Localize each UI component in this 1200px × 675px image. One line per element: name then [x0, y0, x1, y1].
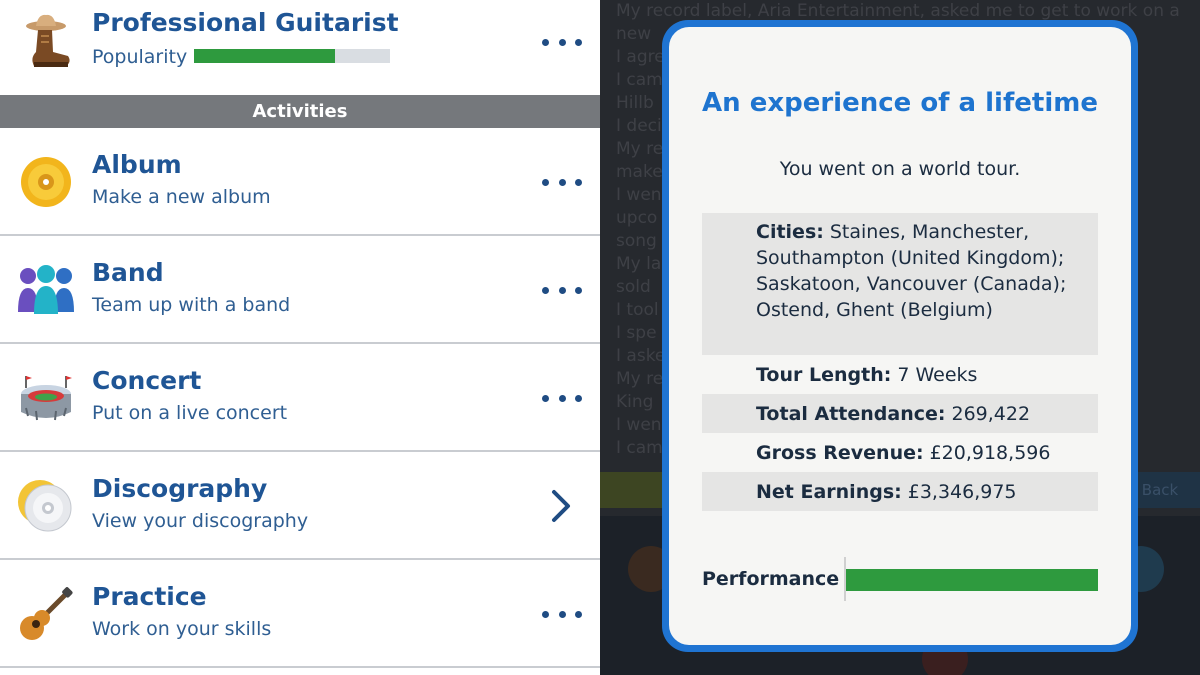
tour-result-modal: An experience of a lifetime You went on …: [662, 20, 1138, 652]
modal-card: An experience of a lifetime You went on …: [669, 27, 1131, 645]
activity-title: Concert: [92, 366, 202, 395]
stat-tour-length: Tour Length: 7 Weeks: [702, 355, 1098, 394]
modal-description: You went on a world tour.: [779, 158, 1021, 180]
practice-more-button[interactable]: [542, 606, 582, 622]
stat-label: Tour Length:: [756, 363, 892, 386]
activity-subtitle: Work on your skills: [92, 618, 272, 640]
guitar-icon: [16, 584, 76, 644]
popularity-bar: [194, 49, 390, 63]
stat-label: Net Earnings:: [756, 480, 902, 503]
cowboy-boot-icon: [16, 12, 76, 72]
stat-net-earnings: Net Earnings: £3,346,975: [702, 472, 1098, 511]
stat-label: Cities:: [756, 221, 824, 243]
cd-stack-icon: [16, 476, 76, 536]
stat-cities: Cities: Staines, Manchester, Southampton …: [702, 213, 1098, 355]
career-more-button[interactable]: [542, 34, 582, 50]
activity-subtitle: Make a new album: [92, 186, 271, 208]
career-title: Professional Guitarist: [92, 8, 399, 37]
activity-album[interactable]: Album Make a new album: [0, 128, 600, 236]
activity-title: Practice: [92, 582, 207, 611]
performance-label: Performance: [702, 568, 840, 590]
stat-value: 7 Weeks: [897, 363, 978, 386]
cd-icon: [16, 152, 76, 212]
tour-stats: Cities: Staines, Manchester, Southampton …: [702, 213, 1098, 511]
stat-label: Gross Revenue:: [756, 441, 924, 464]
activity-practice[interactable]: Practice Work on your skills: [0, 560, 600, 668]
activity-discography[interactable]: Discography View your discography: [0, 452, 600, 560]
stadium-icon: [16, 368, 76, 428]
activity-title: Album: [92, 150, 182, 179]
stat-value: £20,918,596: [929, 441, 1051, 464]
section-header: Activities: [0, 95, 600, 128]
album-more-button[interactable]: [542, 174, 582, 190]
performance-bar-fill: [846, 569, 1098, 591]
activity-title: Discography: [92, 474, 268, 503]
activity-concert[interactable]: Concert Put on a live concert: [0, 344, 600, 452]
modal-title: An experience of a lifetime: [702, 88, 1098, 118]
popularity-label: Popularity: [92, 46, 188, 68]
stat-value: £3,346,975: [907, 480, 1017, 503]
stat-attendance: Total Attendance: 269,422: [702, 394, 1098, 433]
career-row[interactable]: Professional Guitarist Popularity: [0, 0, 600, 95]
concert-more-button[interactable]: [542, 390, 582, 406]
band-members-icon: [16, 260, 76, 320]
stat-gross-revenue: Gross Revenue: £20,918,596: [702, 433, 1098, 472]
chevron-right-icon[interactable]: [548, 488, 576, 524]
stat-value: 269,422: [951, 402, 1031, 425]
activity-title: Band: [92, 258, 164, 287]
activity-band[interactable]: Band Team up with a band: [0, 236, 600, 344]
stat-label: Total Attendance:: [756, 402, 946, 425]
activities-panel: Professional Guitarist Popularity Activi…: [0, 0, 600, 675]
activity-subtitle: Put on a live concert: [92, 402, 288, 424]
popularity-bar-fill: [194, 49, 336, 63]
activity-subtitle: Team up with a band: [92, 294, 291, 316]
band-more-button[interactable]: [542, 282, 582, 298]
performance-bar: [846, 569, 1098, 591]
activity-subtitle: View your discography: [92, 510, 309, 532]
